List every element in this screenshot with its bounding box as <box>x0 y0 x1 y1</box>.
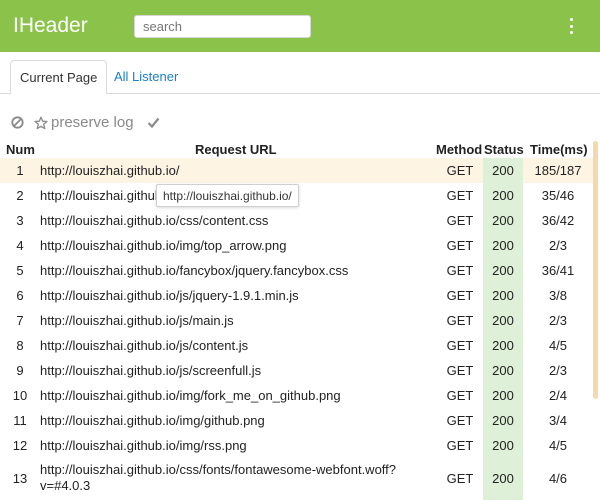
row-status: 200 <box>483 333 523 358</box>
scrollbar-thumb[interactable] <box>593 141 598 399</box>
row-url: http://louiszhai.github.io/js/jquery-1.9… <box>40 288 299 303</box>
row-num: 13 <box>12 471 28 486</box>
row-num: 4 <box>16 238 24 253</box>
tab-current-page[interactable]: Current Page <box>10 60 108 95</box>
row-method: GET <box>446 388 474 403</box>
row-time: 35/46 <box>541 188 575 203</box>
row-status: 200 <box>483 383 523 408</box>
row-url: http://louiszhai.github.io/img/rss.png <box>40 438 247 453</box>
row-url: http://louiszhai.github.io/css/fonts/fon… <box>40 462 397 493</box>
row-method: GET <box>446 413 474 428</box>
block-icon[interactable] <box>11 116 24 134</box>
table-row[interactable]: 13 http://louiszhai.github.io/css/fonts/… <box>0 458 593 500</box>
row-time: 4/5 <box>548 338 568 353</box>
row-time: 3/8 <box>548 288 568 303</box>
header-status: Status <box>484 142 524 157</box>
row-num: 9 <box>16 363 24 378</box>
row-method: GET <box>446 263 474 278</box>
table-row[interactable]: 10 http://louiszhai.github.io/img/fork_m… <box>0 383 593 408</box>
row-method: GET <box>446 163 474 178</box>
table-row[interactable]: 7 http://louiszhai.github.io/js/main.js … <box>0 308 593 333</box>
row-status: 200 <box>483 308 523 333</box>
row-num: 7 <box>16 313 24 328</box>
row-num: 8 <box>16 338 24 353</box>
row-time: 36/42 <box>541 213 575 228</box>
row-status: 200 <box>483 233 523 258</box>
row-time: 2/3 <box>548 363 568 378</box>
row-method: GET <box>446 338 474 353</box>
app-title: IHeader <box>13 14 88 37</box>
star-icon[interactable] <box>34 116 48 135</box>
header-num: Num <box>6 142 35 157</box>
row-num: 6 <box>16 288 24 303</box>
row-num: 2 <box>16 188 24 203</box>
row-status: 200 <box>483 408 523 433</box>
row-status: 200 <box>483 258 523 283</box>
row-time: 3/4 <box>548 413 568 428</box>
row-url: http://louiszhai.github.io/js/content.js <box>40 338 249 353</box>
row-status: 200 <box>483 433 523 458</box>
search-input[interactable] <box>134 15 311 38</box>
table-row[interactable]: 11 http://louiszhai.github.io/img/github… <box>0 408 593 433</box>
row-num: 5 <box>16 263 24 278</box>
row-time: 4/5 <box>548 438 568 453</box>
row-status: 200 <box>483 283 523 308</box>
table-header: Num Request URL Method Status Time(ms) <box>0 139 600 158</box>
row-url: http://louiszhai.github.io/fancybox/jque… <box>40 263 349 278</box>
row-method: GET <box>446 238 474 253</box>
url-tooltip: http://louiszhai.github.io/ <box>156 184 299 207</box>
tab-bar: Current Page All Listener <box>0 52 600 95</box>
row-method: GET <box>446 471 474 486</box>
row-status: 200 <box>483 158 523 183</box>
row-url: http://louiszhai.github.io/ <box>40 163 180 178</box>
table-row[interactable]: 6 http://louiszhai.github.io/js/jquery-1… <box>0 283 593 308</box>
table-row[interactable]: 5 http://louiszhai.github.io/fancybox/jq… <box>0 258 593 283</box>
header-method: Method <box>436 142 483 157</box>
row-num: 12 <box>12 438 28 453</box>
row-status: 200 <box>483 458 523 500</box>
row-url: http://louiszhai.github.io/js/main.js <box>40 313 234 328</box>
row-url: http://louiszhai.github.io/css/content.c… <box>40 213 269 228</box>
table-row[interactable]: 9 http://louiszhai.github.io/js/screenfu… <box>0 358 593 383</box>
row-status: 200 <box>483 183 523 208</box>
row-num: 11 <box>13 413 27 428</box>
header-url: Request URL <box>195 142 277 157</box>
row-time: 36/41 <box>541 263 575 278</box>
row-time: 2/3 <box>548 313 568 328</box>
row-num: 3 <box>16 213 24 228</box>
row-method: GET <box>446 213 474 228</box>
header-time: Time(ms) <box>530 142 588 157</box>
check-icon[interactable] <box>147 116 160 134</box>
row-time: 185/187 <box>534 163 582 178</box>
table-row[interactable]: 8 http://louiszhai.github.io/js/content.… <box>0 333 593 358</box>
row-url: http://louiszhai.github.io/img/top_arrow… <box>40 238 287 253</box>
row-num: 1 <box>16 163 24 178</box>
row-method: GET <box>446 363 474 378</box>
tab-all-listener[interactable]: All Listener <box>105 60 187 95</box>
table-row[interactable]: 1 http://louiszhai.github.io/ GET 200 18… <box>0 158 593 183</box>
row-status: 200 <box>483 208 523 233</box>
row-method: GET <box>446 313 474 328</box>
table-row[interactable]: 3 http://louiszhai.github.io/css/content… <box>0 208 593 233</box>
row-method: GET <box>446 438 474 453</box>
row-time: 4/6 <box>548 471 568 486</box>
table-row[interactable]: 4 http://louiszhai.github.io/img/top_arr… <box>0 233 593 258</box>
toolbar: preserve log <box>0 110 600 138</box>
table-row[interactable]: 12 http://louiszhai.github.io/img/rss.pn… <box>0 433 593 458</box>
row-url: http://louiszhai.github.io/js/screenfull… <box>40 363 262 378</box>
row-status: 200 <box>483 358 523 383</box>
row-method: GET <box>446 188 474 203</box>
row-method: GET <box>446 288 474 303</box>
row-url: http://louiszhai.github.io/img/github.pn… <box>40 413 265 428</box>
row-num: 10 <box>12 388 28 403</box>
row-time: 2/3 <box>548 238 568 253</box>
app-header: IHeader <box>0 0 600 52</box>
row-url: http://louiszhai.github.io/img/fork_me_o… <box>40 388 341 403</box>
kebab-menu-icon[interactable] <box>564 16 578 36</box>
preserve-log-label[interactable]: preserve log <box>51 114 134 131</box>
row-time: 2/4 <box>548 388 568 403</box>
